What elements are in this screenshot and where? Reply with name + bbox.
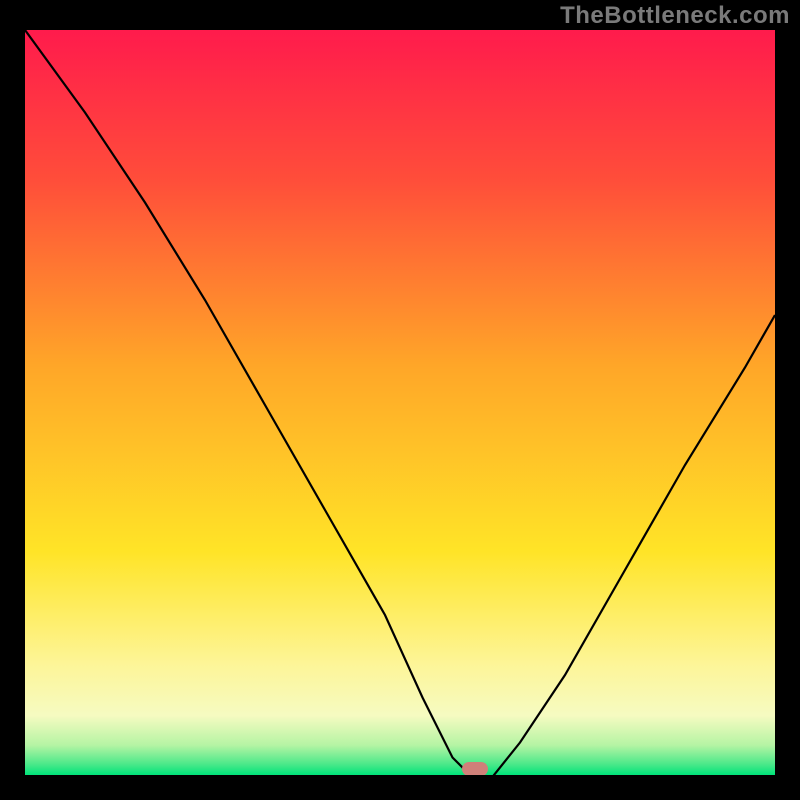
plot-area [25,30,775,775]
chart-container: TheBottleneck.com [0,0,800,800]
watermark-text: TheBottleneck.com [560,2,790,30]
optimum-marker [462,762,488,775]
bottleneck-curve-path [25,30,775,775]
curve-svg [25,30,775,775]
